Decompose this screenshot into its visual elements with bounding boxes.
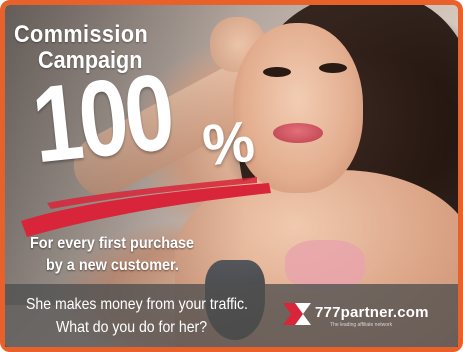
offer-subline-2: by a new customer. [46,257,179,274]
photo-eye-right [319,63,347,73]
tagline-line-1: She makes money from your traffic. [26,296,248,313]
photo-pillow [285,240,365,290]
brand-tagline: The leading affiliate network [330,322,393,328]
tagline-line-2: What do you do for her? [56,319,208,336]
heading-commission: Commission [14,21,149,48]
offer-subline-1: For every first purchase [30,235,195,252]
photo-lips [273,123,323,143]
brand-name[interactable]: 777partner.com [315,305,429,321]
photo-eye-left [263,67,291,77]
777partner-logo-icon[interactable] [281,299,313,329]
big-number-100: 100 [26,50,177,186]
percent-sign: % [199,108,258,179]
